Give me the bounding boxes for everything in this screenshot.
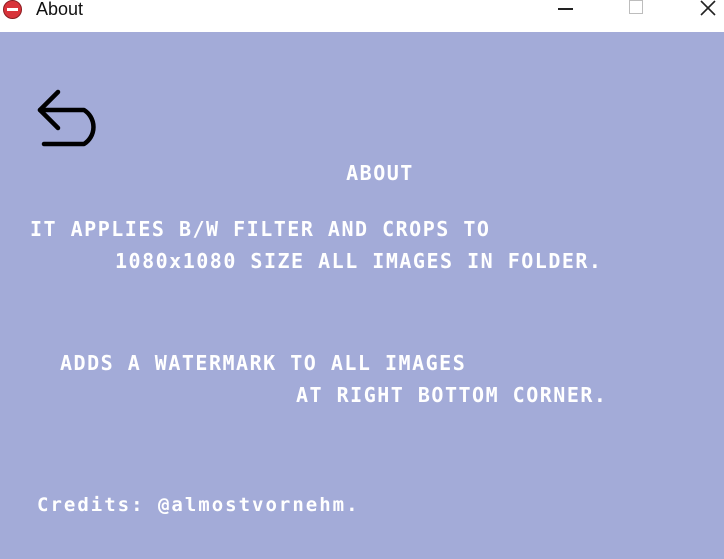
app-icon <box>3 0 22 19</box>
description-line-4: AT RIGHT BOTTOM CORNER. <box>296 383 608 407</box>
minimize-button[interactable] <box>546 0 586 20</box>
description-line-1: IT APPLIES B/W FILTER AND CROPS TO <box>30 217 491 241</box>
about-heading: ABOUT <box>346 161 414 185</box>
close-button[interactable] <box>687 0 724 20</box>
description-line-2: 1080x1080 SIZE ALL IMAGES IN FOLDER. <box>115 249 603 273</box>
description-line-3: ADDS A WATERMARK TO ALL IMAGES <box>60 351 467 375</box>
maximize-button[interactable] <box>617 0 657 20</box>
back-arrow-icon <box>37 89 96 147</box>
title-bar: About <box>0 0 724 32</box>
close-icon <box>700 0 716 16</box>
back-button[interactable] <box>34 84 112 150</box>
window-title: About <box>36 0 84 19</box>
credits-text: Credits: @almostvornehm. <box>37 494 360 516</box>
